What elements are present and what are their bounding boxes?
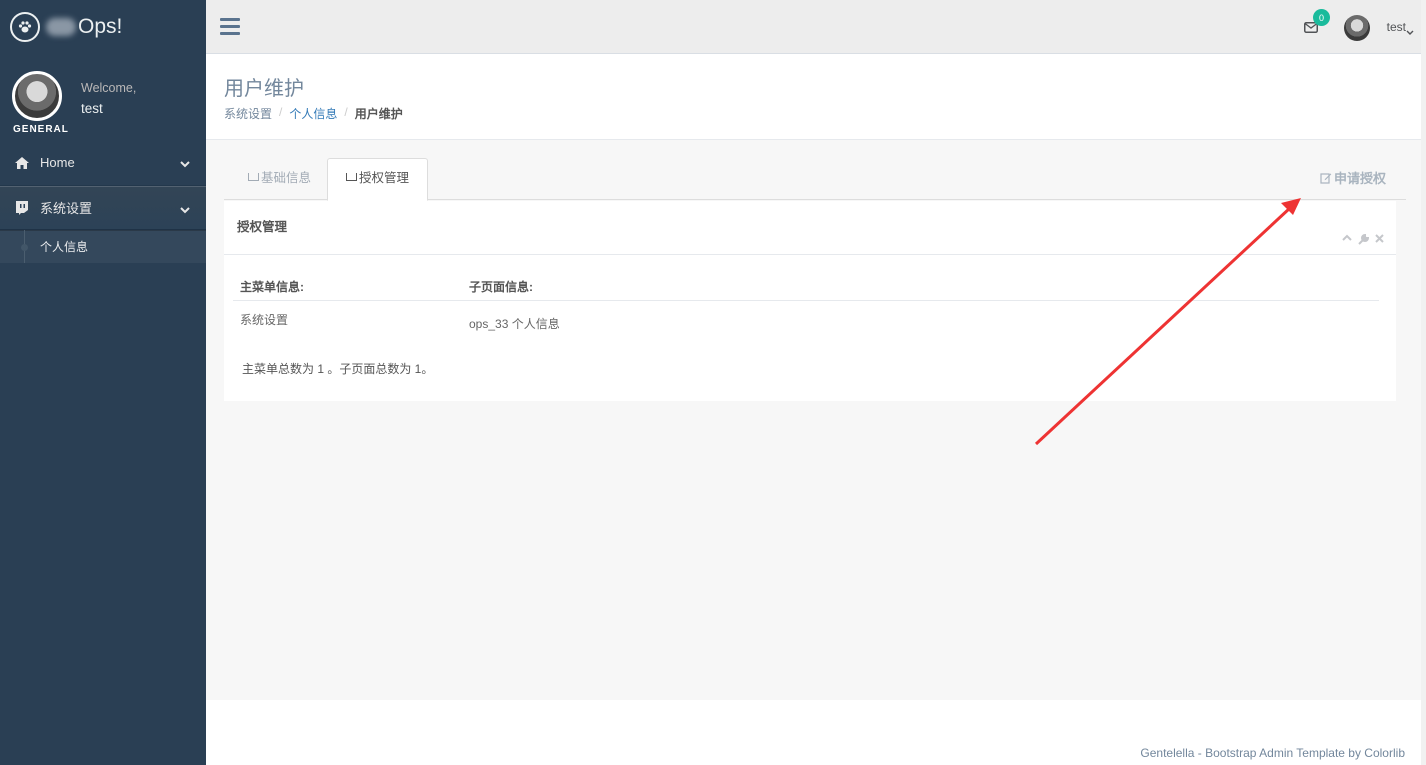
brand[interactable]: Ops! — [0, 0, 206, 54]
page-title: 用户维护 — [224, 78, 304, 100]
footer-text: Gentelella - Bootstrap Admin Template by… — [1140, 746, 1405, 760]
tab-bar: 基础信息 授权管理 申请授权 — [224, 158, 1406, 201]
sidebar-subitem-personal-info[interactable]: 个人信息 — [0, 230, 206, 263]
summary-text: 主菜单总数为 1 。子页面总数为 1。 — [242, 362, 434, 376]
tab-basic-info[interactable]: 基础信息 — [230, 158, 329, 195]
breadcrumb: 系统设置 / 个人信息 / 用户维护 — [224, 105, 403, 122]
table-cell: ops_33 个人信息 — [469, 317, 560, 331]
close-icon[interactable] — [1375, 234, 1384, 245]
paw-icon — [10, 12, 40, 42]
mail-count-badge: 0 — [1313, 9, 1330, 26]
user-avatar[interactable] — [1344, 15, 1370, 41]
panel-toolbox — [1342, 234, 1384, 245]
welcome-text: Welcome, — [81, 81, 137, 95]
edit-icon — [1320, 172, 1332, 184]
tab-authorization[interactable]: 授权管理 — [327, 158, 429, 201]
scrollbar[interactable] — [1421, 0, 1426, 765]
wrench-icon[interactable] — [1358, 234, 1369, 245]
sidebar-item-label: Home — [40, 155, 75, 170]
page-header: 用户维护 系统设置 / 个人信息 / 用户维护 — [206, 54, 1421, 140]
user-menu[interactable]: test — [1387, 20, 1406, 34]
brand-text: Ops! — [78, 15, 123, 38]
chevron-down-icon[interactable] — [1406, 24, 1414, 39]
authorization-table: 主菜单信息: 子页面信息: 系统设置 ops_33 个人信息 — [233, 270, 1379, 340]
menu-toggle-icon[interactable] — [220, 18, 240, 39]
sub-menu: 个人信息 — [0, 230, 206, 263]
section-title: GENERAL — [13, 124, 69, 135]
tab-label: 授权管理 — [359, 171, 410, 185]
sidebar-subitem-label: 个人信息 — [40, 240, 89, 254]
chevron-down-icon — [180, 156, 190, 171]
sidebar-item-label: 系统设置 — [40, 201, 93, 216]
top-nav: 0 test — [206, 0, 1426, 54]
panel-divider — [224, 254, 1396, 255]
twitch-icon — [14, 200, 32, 215]
home-icon — [14, 156, 32, 170]
table-row: 系统设置 ops_33 个人信息 — [233, 301, 1379, 340]
panel-title: 授权管理 — [237, 220, 288, 234]
profile-username: test — [81, 101, 103, 116]
column-header: 子页面信息: — [469, 280, 533, 294]
laptop-icon — [248, 172, 259, 181]
apply-authorization-button[interactable]: 申请授权 — [1320, 168, 1386, 187]
chevron-down-icon — [180, 202, 190, 217]
profile: Welcome, test GENERAL — [0, 54, 206, 140]
laptop-icon — [346, 172, 357, 181]
avatar — [12, 71, 62, 121]
breadcrumb-separator: / — [279, 105, 283, 119]
table-header: 主菜单信息: 子页面信息: — [233, 270, 1379, 301]
breadcrumb-separator: / — [344, 105, 348, 119]
sidebar: Ops! Welcome, test GENERAL Home 系统设置 个人信… — [0, 0, 206, 765]
breadcrumb-current: 用户维护 — [354, 107, 403, 121]
column-header: 主菜单信息: — [240, 280, 304, 294]
breadcrumb-item[interactable]: 系统设置 — [224, 105, 272, 122]
redacted-brand-text — [46, 18, 76, 36]
apply-button-label: 申请授权 — [1333, 171, 1386, 186]
footer: Gentelella - Bootstrap Admin Template by… — [206, 700, 1426, 765]
table-cell: 系统设置 — [240, 313, 289, 327]
sidebar-item-system-settings[interactable]: 系统设置 — [0, 185, 206, 230]
sidebar-item-home[interactable]: Home — [0, 140, 206, 185]
chevron-up-icon[interactable] — [1342, 234, 1352, 245]
tab-label: 基础信息 — [261, 171, 312, 185]
authorization-panel: 授权管理 主菜单信息: 子页面信息: 系统设置 ops_33 个人信息 主菜单总… — [224, 201, 1396, 401]
breadcrumb-link[interactable]: 个人信息 — [289, 105, 337, 122]
submenu-dot — [21, 244, 28, 251]
